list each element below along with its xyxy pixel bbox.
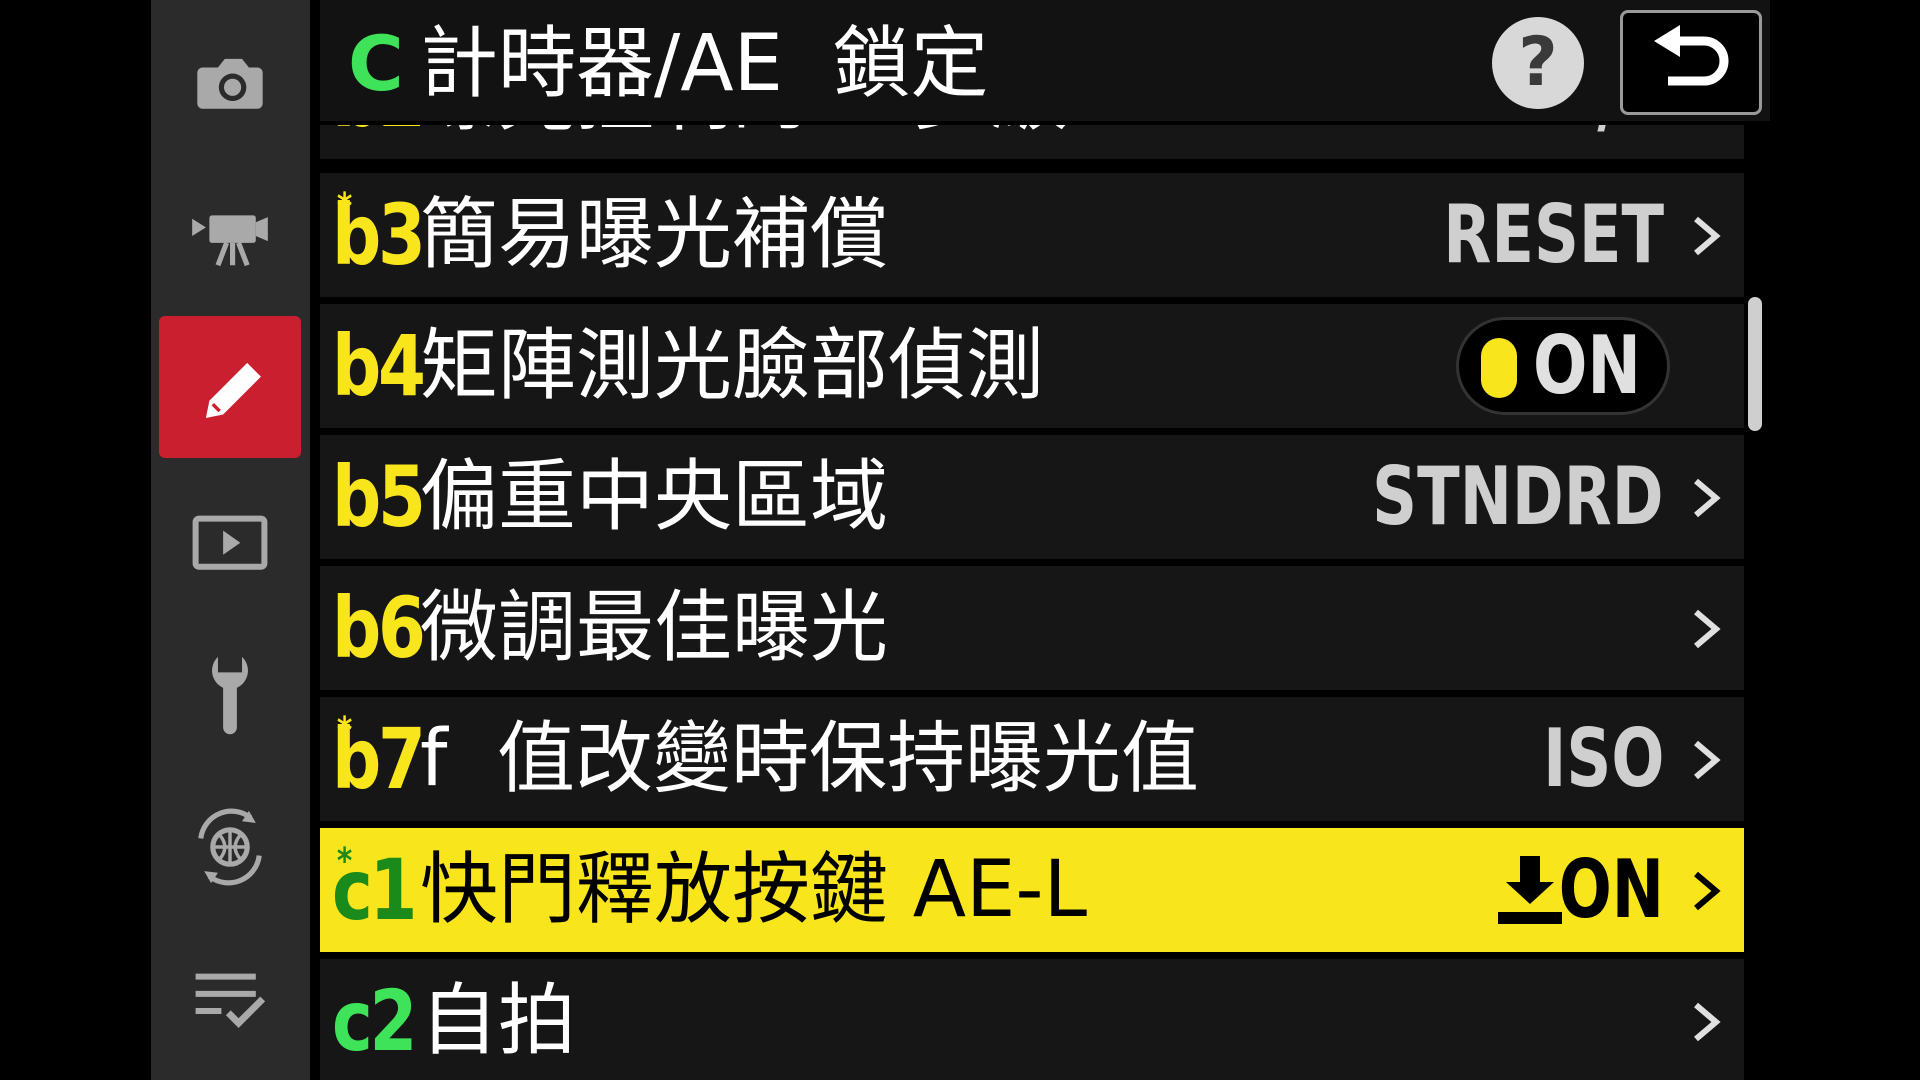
menu-row-b6[interactable]: b6 微調最佳曝光 [320, 566, 1744, 690]
shutter-half-press-icon [1494, 854, 1566, 926]
my-menu-tab[interactable] [159, 928, 301, 1070]
row-value: ON [1558, 843, 1664, 936]
pencil-icon [205, 362, 261, 418]
row-label: 曝光控制的EV步級 [420, 125, 1069, 159]
menu-title-bar: C 計時器/AE 鎖定 ? [320, 0, 1770, 125]
return-arrow-icon [1654, 24, 1729, 85]
back-button[interactable] [1620, 10, 1762, 115]
menu-sidebar [151, 0, 310, 1080]
on-off-toggle[interactable]: ON [1456, 317, 1670, 415]
row-code: c2 [332, 972, 417, 1070]
row-code: * b3 [332, 173, 426, 297]
checklist-icon [195, 973, 266, 1028]
network-globe-icon [198, 808, 262, 886]
menu-row-c2[interactable]: c2 自拍 [320, 959, 1744, 1080]
row-label: 矩陣測光臉部偵測 [420, 321, 1045, 411]
menu-row-c1[interactable]: * c1 快門釋放按鍵 AE-L ON [320, 828, 1744, 952]
page-title: 計時器/AE 鎖定 [420, 19, 989, 109]
network-menu-tab[interactable] [159, 776, 301, 918]
modified-star-icon: * [336, 186, 353, 227]
custom-settings-menu-tab[interactable] [159, 316, 301, 458]
playback-menu-tab[interactable] [159, 470, 301, 612]
custom-settings-list: b2 曝光控制的EV步級 1/3 *b3 簡易曝光補償 RESET b4 矩陣測… [320, 125, 1744, 1080]
row-label: 快門釋放按鍵 AE-L [420, 845, 1088, 935]
category-letter: C [348, 19, 404, 108]
setup-menu-tab[interactable] [159, 622, 301, 764]
camera-icon [197, 58, 263, 109]
row-code: b5 [332, 448, 426, 546]
toggle-state: ON [1533, 319, 1641, 412]
movie-camera-icon [192, 215, 268, 267]
playback-icon [192, 515, 268, 570]
video-recording-menu-tab[interactable] [159, 165, 301, 307]
menu-row-b2[interactable]: b2 曝光控制的EV步級 1/3 [320, 125, 1744, 159]
photo-shooting-menu-tab[interactable] [159, 12, 301, 154]
row-label: 簡易曝光補償 [420, 190, 889, 280]
row-code: b4 [332, 317, 426, 415]
row-value: STNDRD [1372, 450, 1664, 543]
chevron-right-icon [1686, 473, 1726, 523]
row-label: 微調最佳曝光 [420, 583, 889, 673]
chevron-right-icon [1686, 211, 1726, 261]
chevron-right-icon [1686, 735, 1726, 785]
wrench-icon [212, 656, 248, 735]
menu-row-b5[interactable]: b5 偏重中央區域 STNDRD [320, 435, 1744, 559]
menu-row-b4[interactable]: b4 矩陣測光臉部偵測 ON [320, 304, 1744, 428]
row-label: f 值改變時保持曝光值 [420, 714, 1200, 804]
menu-row-b7[interactable]: * b7 f 值改變時保持曝光值 ISO [320, 697, 1744, 821]
row-value: ISO [1542, 712, 1664, 805]
chevron-right-icon [1686, 997, 1726, 1047]
scrollbar-thumb[interactable] [1748, 297, 1762, 431]
row-value: 1/3 [1554, 125, 1664, 159]
row-code: * c1 [332, 828, 417, 952]
menu-row-b3[interactable]: * b3 簡易曝光補償 RESET [320, 173, 1744, 297]
row-label: 自拍 [420, 976, 577, 1066]
chevron-right-icon [1686, 604, 1726, 654]
row-value: RESET [1443, 188, 1664, 281]
chevron-right-icon [1686, 866, 1726, 916]
modified-star-icon: * [336, 841, 353, 882]
toggle-knob [1481, 338, 1517, 398]
help-button[interactable]: ? [1492, 17, 1584, 109]
modified-star-icon: * [336, 710, 353, 751]
row-label: 偏重中央區域 [420, 452, 889, 542]
